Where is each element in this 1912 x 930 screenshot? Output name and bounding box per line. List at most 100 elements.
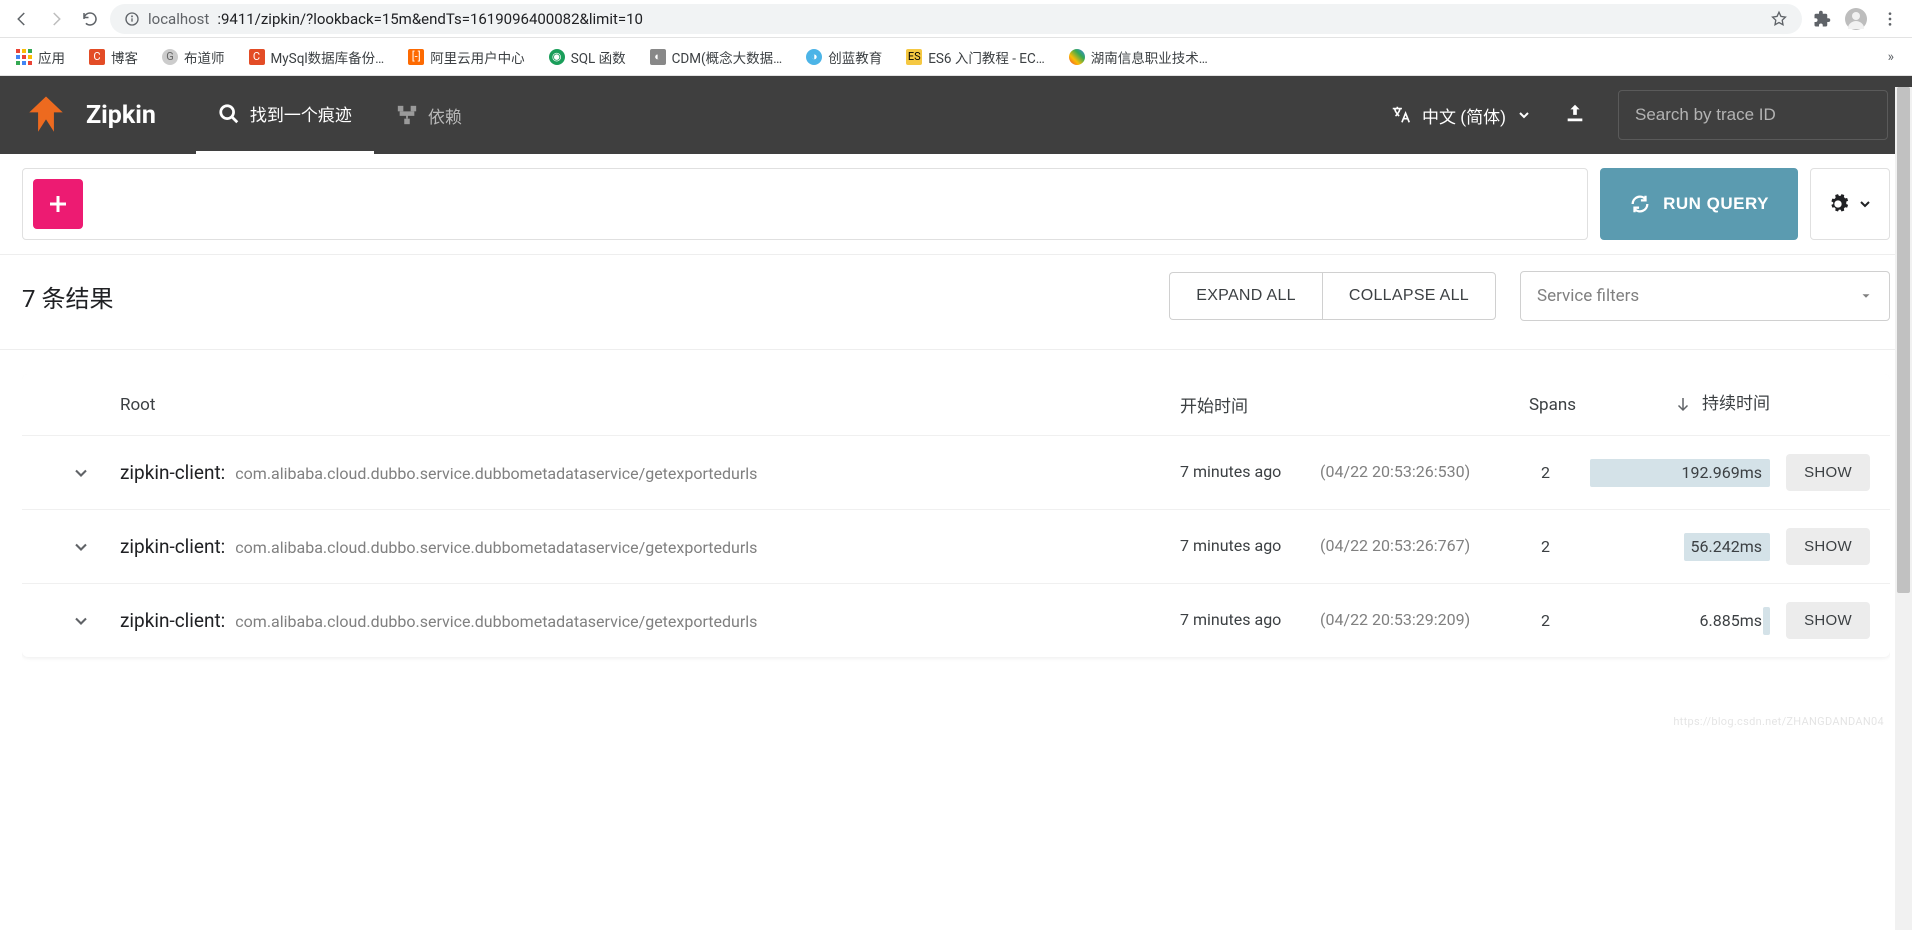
- table-header: Root 开始时间 Spans 持续时间: [22, 374, 1890, 435]
- bookmark-item[interactable]: [-]阿里云用户中心: [400, 43, 533, 71]
- scroll-pane[interactable]: Root 开始时间 Spans 持续时间 zipkin-client: com.a…: [22, 374, 1890, 734]
- translate-icon: [1390, 104, 1412, 126]
- url-host: localhost: [148, 10, 209, 28]
- col-spans[interactable]: Spans: [1490, 395, 1590, 415]
- expand-row-button[interactable]: [42, 463, 120, 483]
- refresh-icon: [1629, 193, 1651, 215]
- search-trace-input[interactable]: [1618, 90, 1888, 140]
- search-icon: [218, 103, 240, 125]
- collapse-all-button[interactable]: COLLAPSE ALL: [1322, 272, 1496, 320]
- query-bar: RUN QUERY: [0, 154, 1912, 255]
- info-icon: [124, 11, 140, 27]
- span-name: com.alibaba.cloud.dubbo.service.dubbomet…: [235, 538, 757, 557]
- bookmark-item[interactable]: C博客: [81, 43, 146, 71]
- bookmark-item[interactable]: ◑创蓝教育: [798, 43, 890, 71]
- upload-button[interactable]: [1564, 102, 1586, 128]
- apps-button[interactable]: 应用: [8, 43, 73, 71]
- upload-icon: [1564, 102, 1586, 124]
- duration-value: 56.242ms: [1691, 537, 1762, 556]
- span-count: 2: [1490, 537, 1590, 556]
- service-name: zipkin-client:: [120, 609, 225, 632]
- add-criteria-button[interactable]: [33, 179, 83, 229]
- tab-find-trace[interactable]: 找到一个痕迹: [196, 76, 374, 154]
- bookmarks-overflow[interactable]: »: [1878, 49, 1904, 65]
- table-row: zipkin-client: com.alibaba.cloud.dubbo.se…: [22, 583, 1890, 657]
- bookmark-item[interactable]: ESES6 入门教程 - EC…: [898, 43, 1053, 71]
- expand-row-button[interactable]: [42, 537, 120, 557]
- duration-cell: 56.242ms: [1590, 537, 1770, 556]
- span-name: com.alibaba.cloud.dubbo.service.dubbomet…: [235, 464, 757, 483]
- show-button[interactable]: SHOW: [1786, 454, 1870, 491]
- bookmark-item[interactable]: ◐CDM(概念大数据…: [642, 43, 791, 71]
- show-button[interactable]: SHOW: [1786, 602, 1870, 639]
- col-root[interactable]: Root: [120, 395, 1180, 415]
- root-cell: zipkin-client: com.alibaba.cloud.dubbo.se…: [120, 609, 1180, 632]
- span-count: 2: [1490, 611, 1590, 630]
- plus-icon: [46, 192, 70, 216]
- logo-wrap[interactable]: Zipkin: [24, 93, 156, 137]
- duration-cell: 6.885ms: [1590, 611, 1770, 630]
- start-absolute: (04/22 20:53:29:209): [1320, 610, 1490, 631]
- watermark: https://blog.csdn.net/ZHANGDANDAN04: [1673, 715, 1884, 728]
- duration-value: 6.885ms: [1700, 611, 1762, 630]
- duration-cell: 192.969ms: [1590, 463, 1770, 482]
- reload-button[interactable]: [76, 5, 104, 33]
- dropdown-icon: [1859, 289, 1873, 303]
- span-name: com.alibaba.cloud.dubbo.service.dubbomet…: [235, 612, 757, 631]
- bookmark-item[interactable]: G布道师: [154, 43, 233, 71]
- tab-dependencies[interactable]: 依赖: [374, 76, 484, 154]
- service-name: zipkin-client:: [120, 461, 225, 484]
- table-row: zipkin-client: com.alibaba.cloud.dubbo.se…: [22, 509, 1890, 583]
- brand-text: Zipkin: [86, 101, 156, 130]
- language-selector[interactable]: 中文 (简体): [1390, 103, 1532, 128]
- start-absolute: (04/22 20:53:26:767): [1320, 536, 1490, 557]
- nav-tabs: 找到一个痕迹 依赖: [196, 76, 484, 154]
- scrollbar[interactable]: [1895, 87, 1912, 930]
- chevron-down-icon: [1857, 196, 1873, 212]
- url-path: :9411/zipkin/?lookback=15m&endTs=1619096…: [217, 10, 643, 28]
- dependencies-icon: [396, 104, 418, 126]
- bookmarks-bar: 应用 C博客 G布道师 CMySql数据库备份… [-]阿里云用户中心 ◉SQL…: [0, 38, 1912, 76]
- chevron-down-icon: [1516, 107, 1532, 123]
- bookmark-item[interactable]: 湖南信息职业技术…: [1061, 43, 1216, 71]
- address-bar[interactable]: localhost :9411/zipkin/?lookback=15m&endT…: [110, 4, 1802, 34]
- service-filters-select[interactable]: Service filters: [1520, 271, 1890, 321]
- table-row: zipkin-client: com.alibaba.cloud.dubbo.se…: [22, 435, 1890, 509]
- expand-row-button[interactable]: [42, 611, 120, 631]
- results-table-wrap: Root 开始时间 Spans 持续时间 zipkin-client: com.a…: [0, 350, 1912, 734]
- menu-icon[interactable]: [1876, 5, 1904, 33]
- start-absolute: (04/22 20:53:26:530): [1320, 462, 1490, 483]
- expand-all-button[interactable]: EXPAND ALL: [1169, 272, 1322, 320]
- col-duration[interactable]: 持续时间: [1590, 394, 1770, 414]
- span-count: 2: [1490, 463, 1590, 482]
- zipkin-header: Zipkin 找到一个痕迹 依赖 中文 (简体): [0, 76, 1912, 154]
- profile-icon[interactable]: [1842, 5, 1870, 33]
- show-button[interactable]: SHOW: [1786, 528, 1870, 565]
- bookmark-item[interactable]: ◉SQL 函数: [541, 43, 634, 71]
- service-name: zipkin-client:: [120, 535, 225, 558]
- root-cell: zipkin-client: com.alibaba.cloud.dubbo.se…: [120, 535, 1180, 558]
- sort-desc-icon: [1674, 395, 1692, 413]
- scrollbar-thumb[interactable]: [1897, 87, 1910, 593]
- results-header: 7 条结果 EXPAND ALL COLLAPSE ALL Service fi…: [0, 255, 1912, 350]
- col-start[interactable]: 开始时间: [1180, 392, 1320, 417]
- query-settings-button[interactable]: [1810, 168, 1890, 240]
- bookmark-item[interactable]: CMySql数据库备份…: [241, 43, 393, 71]
- gear-icon: [1827, 193, 1849, 215]
- star-icon[interactable]: [1770, 10, 1788, 28]
- zipkin-logo-icon: [24, 93, 68, 137]
- duration-value: 192.969ms: [1682, 463, 1762, 482]
- extensions-icon[interactable]: [1808, 5, 1836, 33]
- query-builder[interactable]: [22, 168, 1588, 240]
- browser-toolbar: localhost :9411/zipkin/?lookback=15m&endT…: [0, 0, 1912, 38]
- apps-label: 应用: [38, 47, 65, 67]
- results-table: Root 开始时间 Spans 持续时间 zipkin-client: com.a…: [22, 374, 1890, 657]
- back-button[interactable]: [8, 5, 36, 33]
- start-relative: 7 minutes ago: [1180, 462, 1320, 483]
- start-relative: 7 minutes ago: [1180, 610, 1320, 631]
- run-query-button[interactable]: RUN QUERY: [1600, 168, 1798, 240]
- forward-button[interactable]: [42, 5, 70, 33]
- start-relative: 7 minutes ago: [1180, 536, 1320, 557]
- results-count: 7 条结果: [22, 279, 113, 314]
- root-cell: zipkin-client: com.alibaba.cloud.dubbo.se…: [120, 461, 1180, 484]
